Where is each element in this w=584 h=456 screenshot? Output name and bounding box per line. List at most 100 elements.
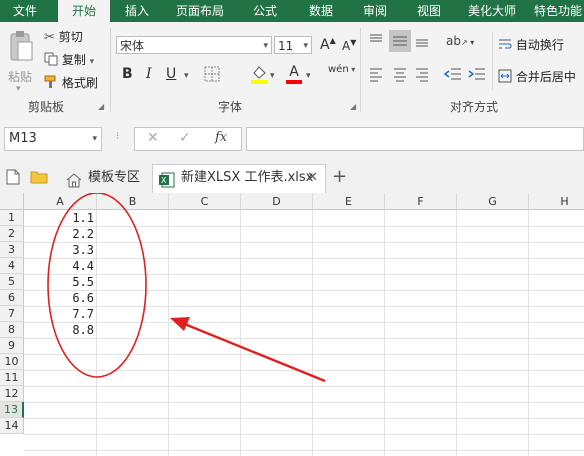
brush-icon [44,75,56,88]
tab-formulas[interactable]: 公式 [242,0,288,22]
cut-label: 剪切 [58,30,83,44]
fill-color-button[interactable] [250,64,268,87]
font-size-select[interactable]: 11 ▾ [274,36,312,54]
ribbon: 粘贴 ▾ ✂ 剪切 复制 ▾ 格式刷 剪贴板 ◢ 宋体 ▾ 11 ▾ A▲ A▼… [0,22,584,119]
merge-center-label: 合并后居中 [515,70,576,84]
align-bottom-icon [416,39,428,47]
merge-icon [498,69,512,83]
fill-color-swatch [251,80,267,84]
copy-dropdown-icon[interactable]: ▾ [90,57,95,67]
formula-bar: M13 ▾ ⁝ ✕ ✓ fx [0,118,584,161]
bold-button[interactable]: B [122,66,133,82]
tab-template-zone[interactable]: 模板专区 [58,164,148,192]
chevron-down-icon: ▾ [303,41,308,51]
check-icon[interactable]: ✓ [179,130,191,146]
ribbon-tab-bar: 文件 开始 插入 页面布局 公式 数据 审阅 视图 美化大师 特色功能 [0,0,584,22]
wrap-text-button[interactable]: 自动换行 [498,36,564,53]
tab-view[interactable]: 视图 [406,0,452,22]
align-right-button[interactable] [414,66,430,85]
font-color-dropdown-icon[interactable]: ▾ [306,71,311,81]
divider [110,28,111,112]
phonetic-button[interactable]: wén ▾ [328,64,355,75]
clipboard-launcher-icon[interactable]: ◢ [98,102,104,111]
wrap-text-icon [499,39,512,49]
font-color-button[interactable]: A [286,64,302,84]
name-box[interactable]: M13 ▾ [4,127,102,151]
document-tab-bar: 模板专区 X 新建XLSX 工作表.xlsx ✕ + [0,160,584,194]
highlight-ellipse [47,193,147,378]
align-center-icon [394,68,406,82]
cut-button[interactable]: ✂ 剪切 [44,28,83,46]
orientation-icon: ab [446,34,461,48]
divider [360,28,361,112]
orientation-button[interactable]: ab↗ ▾ [446,34,474,48]
font-launcher-icon[interactable]: ◢ [350,102,356,111]
name-box-value: M13 [9,131,37,146]
clipboard-group-label: 剪贴板 [28,100,65,114]
underline-button[interactable]: U [166,66,176,82]
align-bottom-button[interactable] [414,32,430,51]
borders-icon [204,66,220,82]
annotation-overlay [47,193,326,383]
align-left-button[interactable] [368,66,384,85]
tab-file-label: 新建XLSX 工作表.xlsx [181,170,314,185]
font-name-value: 宋体 [120,39,145,53]
tab-template-label: 模板专区 [88,170,141,185]
paste-dropdown-icon[interactable]: ▾ [16,84,21,94]
font-color-swatch [286,80,302,84]
decrease-indent-button[interactable] [443,66,462,85]
align-middle-icon [393,36,407,46]
tab-active-file[interactable]: X 新建XLSX 工作表.xlsx ✕ [152,164,326,193]
scissors-icon: ✂ [44,30,55,45]
shrink-font-icon: A [342,39,351,53]
borders-button[interactable] [204,66,220,85]
tab-data[interactable]: 数据 [298,0,344,22]
copy-icon [44,52,58,66]
add-tab-button[interactable]: + [332,166,347,187]
align-middle-button[interactable] [389,30,411,52]
tab-file[interactable]: 文件 [0,0,50,22]
insert-function-icon[interactable]: fx [215,130,227,145]
format-painter-button[interactable]: 格式刷 [44,74,98,92]
tab-insert[interactable]: 插入 [114,0,160,22]
increase-indent-icon [468,68,485,80]
paint-bucket-icon [251,66,267,84]
align-center-button[interactable] [392,66,408,85]
grow-font-icon: A [320,37,330,53]
italic-button[interactable]: I [146,66,152,82]
tab-home[interactable]: 开始 [58,0,110,22]
align-left-icon [370,68,382,82]
font-color-icon: A [289,64,299,80]
paste-button[interactable]: 粘贴 ▾ [6,30,36,94]
paste-label: 粘贴 [8,70,33,84]
format-painter-label: 格式刷 [61,76,98,90]
phonetic-icon: wén [328,64,349,75]
underline-dropdown-icon[interactable]: ▾ [184,71,189,81]
grow-font-button[interactable]: A▲ [320,36,336,53]
spreadsheet-grid[interactable]: A B C D E F G H 1 2 3 4 5 6 7 8 9 10 11 … [0,193,584,456]
paste-icon [10,31,33,61]
tab-special[interactable]: 特色功能 [534,0,584,22]
arrow-head-icon [170,317,190,331]
fill-dropdown-icon[interactable]: ▾ [270,71,275,81]
divider [492,32,493,90]
new-file-icon[interactable] [6,169,20,188]
wrap-text-label: 自动换行 [515,38,564,52]
align-top-button[interactable] [368,32,384,51]
shrink-font-button[interactable]: A▼ [342,38,356,53]
tab-beautify[interactable]: 美化大师 [460,0,524,22]
align-right-icon [416,68,428,82]
copy-label: 复制 [61,53,86,67]
font-name-select[interactable]: 宋体 ▾ [116,36,272,54]
cancel-icon[interactable]: ✕ [147,130,159,146]
formula-input[interactable] [246,127,584,151]
tab-page-layout[interactable]: 页面布局 [166,0,234,22]
close-tab-icon[interactable]: ✕ [307,165,318,191]
chevron-down-icon: ▾ [92,134,97,144]
copy-button[interactable]: 复制 ▾ [44,51,94,69]
svg-text:X: X [161,176,167,185]
tab-review[interactable]: 审阅 [352,0,398,22]
folder-icon[interactable] [30,169,48,187]
increase-indent-button[interactable] [468,66,486,85]
merge-center-button[interactable]: 合并后居中 [498,68,576,85]
